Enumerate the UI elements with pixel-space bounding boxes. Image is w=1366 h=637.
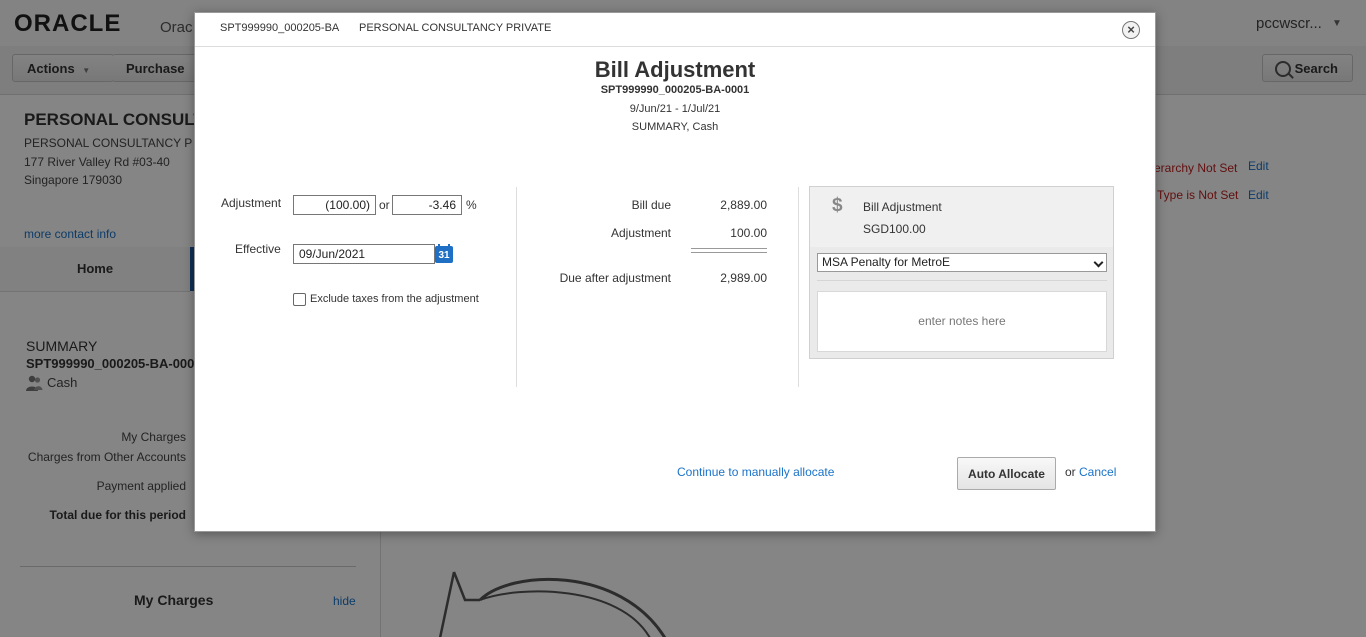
- adjustment-summary-value: 100.00: [730, 226, 767, 240]
- adjustment-summary-label: Adjustment: [610, 226, 671, 240]
- notes-textarea[interactable]: enter notes here: [817, 291, 1107, 352]
- dialog-account-id: SPT999990_000205-BA: [220, 22, 340, 34]
- percent-sign: %: [466, 198, 477, 212]
- cancel-link[interactable]: Cancel: [1079, 465, 1116, 479]
- exclude-taxes-checkbox[interactable]: [293, 293, 306, 306]
- effective-date-input[interactable]: [293, 244, 435, 264]
- adjustment-card-header: $ Bill Adjustment SGD100.00: [810, 187, 1113, 247]
- due-after-value: 2,989.00: [720, 271, 767, 285]
- adjustment-card-title: Bill Adjustment: [863, 200, 942, 214]
- auto-allocate-button[interactable]: Auto Allocate: [957, 457, 1056, 490]
- close-icon[interactable]: ×: [1122, 21, 1140, 39]
- effective-label: Effective: [235, 242, 281, 256]
- dollar-icon: $: [832, 195, 843, 216]
- reason-selected: MSA Penalty for MetroE: [822, 255, 951, 269]
- dialog-account-name: PERSONAL CONSULTANCY PRIVATE: [359, 22, 552, 34]
- reason-select[interactable]: MSA Penalty for MetroE: [817, 253, 1107, 272]
- chevron-down-icon: [1093, 257, 1104, 268]
- continue-manually-allocate-link[interactable]: Continue to manually allocate: [677, 465, 834, 479]
- adjustment-card-amount: SGD100.00: [863, 222, 926, 236]
- bill-due-label: Bill due: [631, 198, 671, 212]
- bill-id: SPT999990_000205-BA-0001: [600, 84, 750, 96]
- or-text: or: [1065, 465, 1076, 479]
- adjustment-percent-input[interactable]: [392, 195, 462, 215]
- adjustment-card: $ Bill Adjustment SGD100.00 MSA Penalty …: [809, 186, 1114, 359]
- bill-adjustment-dialog: SPT999990_000205-BA PERSONAL CONSULTANCY…: [194, 12, 1156, 532]
- adjustment-label: Adjustment: [221, 196, 282, 210]
- card-divider: [817, 280, 1107, 281]
- calendar-icon[interactable]: 31: [435, 244, 453, 263]
- exclude-taxes-label[interactable]: Exclude taxes from the adjustment: [310, 293, 479, 305]
- dialog-title: Bill Adjustment: [594, 57, 756, 82]
- column-divider: [798, 187, 799, 387]
- due-after-label: Due after adjustment: [559, 271, 671, 285]
- or-text: or: [379, 198, 390, 212]
- total-rule: [691, 248, 767, 253]
- adjustment-amount-input[interactable]: [293, 195, 376, 215]
- bill-due-value: 2,889.00: [720, 198, 767, 212]
- bill-type: SUMMARY, Cash: [631, 121, 719, 133]
- column-divider: [516, 187, 517, 387]
- dialog-header: SPT999990_000205-BA PERSONAL CONSULTANCY…: [195, 13, 1155, 47]
- bill-period: 9/Jun/21 - 1/Jul/21: [629, 103, 721, 115]
